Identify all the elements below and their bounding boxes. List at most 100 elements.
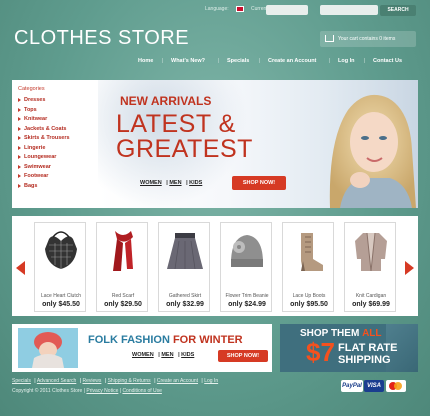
folk-fashion-title-b: FOR WINTER: [172, 334, 243, 346]
promo-link-kids[interactable]: KIDS: [181, 352, 194, 358]
category-item[interactable]: Knitwear: [18, 116, 90, 122]
category-item[interactable]: Dresses: [18, 97, 90, 103]
product-name[interactable]: Lace Up Boots: [283, 293, 335, 299]
category-item[interactable]: Tops: [18, 107, 90, 113]
nav-separator: |: [364, 58, 366, 64]
product-price: only $95.50: [290, 301, 328, 308]
nav-separator: |: [162, 58, 164, 64]
footer-link-specials[interactable]: Specials: [12, 378, 31, 384]
conditions-of-use-link[interactable]: Conditions of Use: [122, 388, 161, 394]
currency-select[interactable]: [266, 5, 308, 15]
product-card[interactable]: Flower Trim Beanie only $24.99: [220, 222, 272, 312]
footer-separator: |: [34, 378, 36, 384]
category-item[interactable]: Footwear: [18, 173, 90, 179]
nav-specials[interactable]: Specials: [227, 58, 249, 64]
hero-links: WOMEN | MEN | KIDS: [140, 180, 205, 186]
product-price: only $24.99: [228, 301, 266, 308]
footer-link-advanced-search[interactable]: Advanced Search: [37, 378, 76, 384]
hero-link-women[interactable]: WOMEN: [140, 180, 162, 186]
category-item[interactable]: Swimwear: [18, 164, 90, 170]
search-button[interactable]: SEARCH: [380, 5, 416, 16]
hero-link-kids[interactable]: KIDS: [189, 180, 202, 186]
nav-separator: |: [218, 58, 220, 64]
skirt-icon: [167, 233, 203, 270]
nav-contact-us[interactable]: Contact Us: [373, 58, 402, 64]
product-name[interactable]: Knit Cardigan: [345, 293, 397, 299]
hero-shop-now-button[interactable]: SHOP NOW!: [232, 176, 286, 190]
folk-fashion-banner[interactable]: FOLK FASHION FOR WINTER WOMEN | MEN | KI…: [12, 324, 272, 372]
nav-home[interactable]: Home: [138, 58, 153, 64]
cart-summary[interactable]: Your cart contains 0 items: [320, 31, 416, 47]
privacy-notice-link[interactable]: Privacy Notice: [86, 388, 118, 394]
carousel-next-arrow-icon[interactable]: [405, 261, 414, 275]
folk-fashion-title-a: FOLK FASHION: [88, 334, 170, 346]
hero-headline-2: GREATEST: [116, 135, 253, 163]
hero-model-image: [329, 94, 416, 208]
link-separator: |: [186, 180, 188, 186]
category-item[interactable]: Jackets & Coats: [18, 126, 90, 132]
search-input[interactable]: [320, 5, 378, 15]
footer-link-reviews[interactable]: Reviews: [83, 378, 102, 384]
product-name[interactable]: Red Scarf: [97, 293, 149, 299]
store-logo[interactable]: CLOTHES STORE: [14, 27, 189, 50]
language-label: Language:: [205, 6, 229, 12]
promo-link-men[interactable]: MEN: [161, 352, 173, 358]
category-sidebar: Categories Dresses Tops Knitwear Jackets…: [12, 80, 96, 208]
carousel-prev-arrow-icon[interactable]: [16, 261, 25, 275]
product-name[interactable]: Flower Trim Beanie: [221, 293, 273, 299]
scarf-icon: [113, 231, 133, 271]
promo-shop-now-button[interactable]: SHOP NOW!: [218, 350, 268, 362]
cart-text: Your cart contains 0 items: [338, 36, 396, 42]
hero-link-men[interactable]: MEN: [169, 180, 181, 186]
product-name[interactable]: Gathered Skirt: [159, 293, 211, 299]
footer-copyright-row: Copyright © 2011 Clothes Store | Privacy…: [12, 388, 312, 394]
footer-separator: |: [104, 378, 107, 384]
product-price: only $69.99: [352, 301, 390, 308]
product-card[interactable]: Lace Up Boots only $95.50: [282, 222, 334, 312]
footer-link-shipping-returns[interactable]: Shipping & Returns: [108, 378, 151, 384]
footer-separator: |: [119, 388, 122, 394]
footer-separator: |: [201, 378, 203, 384]
link-separator: |: [158, 352, 160, 358]
product-card[interactable]: Knit Cardigan only $69.99: [344, 222, 396, 312]
product-price: only $45.50: [42, 301, 80, 308]
promo-links: WOMEN | MEN | KIDS: [132, 352, 197, 358]
nav-create-account[interactable]: Create an Account: [268, 58, 316, 64]
footer-link-log-in[interactable]: Log In: [204, 378, 218, 384]
product-price: only $29.50: [104, 301, 142, 308]
category-item[interactable]: Loungewear: [18, 154, 90, 160]
category-item[interactable]: Skirts & Trousers: [18, 135, 90, 141]
paypal-logo: PayPal: [341, 380, 363, 392]
hero-kicker: NEW ARRIVALS: [120, 94, 212, 108]
footer: Specials | Advanced Search | Reviews | S…: [12, 378, 312, 394]
clutch-bag-icon: [45, 231, 77, 269]
visa-logo: VISA: [364, 380, 384, 392]
cardigan-icon: [355, 232, 387, 272]
uk-flag-icon[interactable]: [236, 6, 244, 12]
product-card[interactable]: Lace Heart Clutch only $45.50: [34, 222, 86, 312]
product-price: only $32.99: [166, 301, 204, 308]
beanie-icon: [231, 235, 263, 267]
boot-icon: [301, 233, 323, 271]
category-item[interactable]: Bags: [18, 183, 90, 189]
shipping-flat-rate: FLAT RATE: [338, 342, 398, 354]
category-item[interactable]: Lingerie: [18, 145, 90, 151]
top-bar: Language: Currencies: SEARCH: [0, 4, 430, 16]
page-background: Language: Currencies: SEARCH CLOTHES STO…: [0, 0, 430, 416]
link-separator: |: [166, 180, 168, 186]
footer-link-create-account[interactable]: Create an Account: [157, 378, 198, 384]
shipping-headline-b: ALL: [362, 328, 382, 339]
shipping-banner[interactable]: SHOP THEM ALL $7 FLAT RATE SHIPPING: [280, 324, 418, 372]
promo-link-women[interactable]: WOMEN: [132, 352, 154, 358]
product-card[interactable]: Gathered Skirt only $32.99: [158, 222, 210, 312]
hero-banner[interactable]: NEW ARRIVALS LATEST & GREATEST WOMEN | M…: [98, 80, 418, 208]
mastercard-orange-circle: [394, 382, 402, 390]
nav-whats-new[interactable]: What's New?: [171, 58, 205, 64]
folk-fashion-title: FOLK FASHION FOR WINTER: [88, 334, 243, 346]
product-name[interactable]: Lace Heart Clutch: [35, 293, 87, 299]
main-nav: Home | What's New? | Specials | Create a…: [0, 58, 430, 68]
nav-log-in[interactable]: Log In: [338, 58, 355, 64]
shipping-amount: $7: [306, 337, 335, 367]
product-carousel: Lace Heart Clutch only $45.50 Red Scarf …: [12, 216, 418, 316]
product-card[interactable]: Red Scarf only $29.50: [96, 222, 148, 312]
